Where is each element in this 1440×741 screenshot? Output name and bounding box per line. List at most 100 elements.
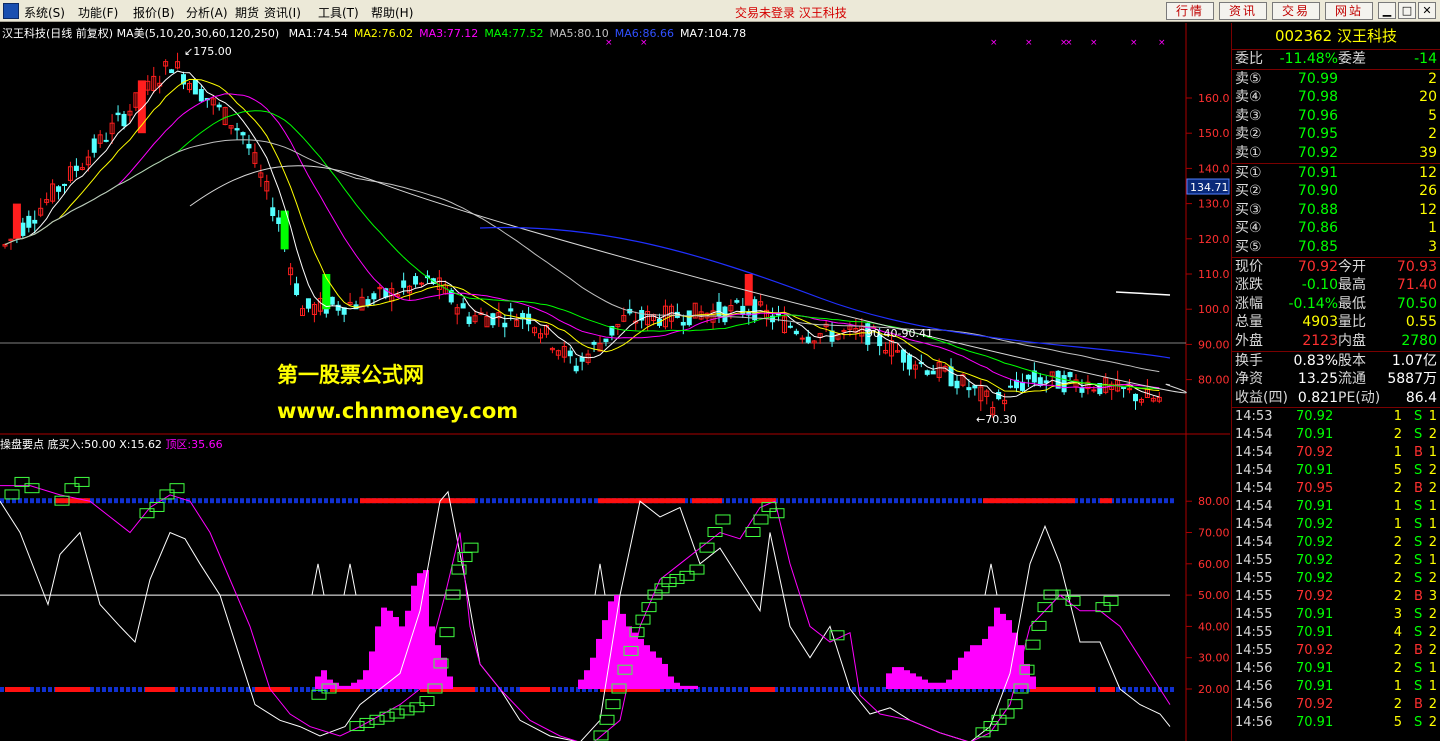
tick-count: 1: [1428, 445, 1437, 461]
event-marker: ×: [1025, 38, 1033, 48]
band-dot: [822, 498, 826, 504]
stat-label: 外盘: [1235, 332, 1263, 349]
order-volume: 2: [1428, 70, 1437, 87]
tick-row[interactable]: 14:54 70.95 2 B 2: [1232, 480, 1440, 498]
histogram-bar: [1006, 620, 1012, 689]
trade-button[interactable]: 交易: [1272, 2, 1320, 20]
stat-value: 70.92: [1297, 258, 1338, 275]
news-button[interactable]: 资讯: [1219, 2, 1267, 20]
band-dot: [294, 498, 298, 504]
price-stats: 现价 70.92 今开 70.93 涨跌 -0.10 最高 71.40 涨幅 -0.14% 最低 70…: [1232, 258, 1440, 351]
tick-row[interactable]: 14:55 70.91 4 S 2: [1232, 624, 1440, 642]
stat-label: 内盘: [1338, 332, 1366, 349]
candle-body: [305, 298, 311, 309]
menu-tools[interactable]: 工具(T): [318, 4, 359, 21]
menu-futures[interactable]: 期货: [235, 4, 259, 21]
histogram-bar: [904, 670, 910, 689]
candle-body: [56, 186, 62, 192]
tick-row[interactable]: 14:55 70.92 2 S 1: [1232, 552, 1440, 570]
band-dot: [102, 498, 106, 504]
minimize-button[interactable]: ▁: [1378, 2, 1396, 19]
band-red-bottom: [1100, 687, 1115, 692]
buy-label: 底买入:50.00: [47, 438, 116, 451]
tick-time: 14:54: [1235, 445, 1273, 461]
tick-row[interactable]: 14:55 70.92 2 B 2: [1232, 642, 1440, 660]
menu-news[interactable]: 资讯(I): [264, 4, 301, 21]
band-dot: [870, 498, 874, 504]
band-dot: [24, 498, 28, 504]
tick-price: 70.92: [1296, 643, 1334, 659]
order-volume: 3: [1428, 238, 1437, 255]
menu-function[interactable]: 功能(F): [78, 4, 118, 21]
candle-body: [32, 219, 38, 224]
band-dot: [294, 687, 298, 692]
tick-row[interactable]: 14:54 70.91 2 S 2: [1232, 426, 1440, 444]
tick-row[interactable]: 14:56 70.91 5 S 2: [1232, 714, 1440, 732]
tick-row[interactable]: 14:56 70.91 2 S 1: [1232, 660, 1440, 678]
tick-volume: 1: [1393, 499, 1402, 515]
tick-row[interactable]: 14:56 70.91 1 S 1: [1232, 678, 1440, 696]
fundamental-stats: 换手 0.83% 股本 1.07亿 净资 13.25 流通 5887万 收益(四) 0.821 PE…: [1232, 352, 1440, 408]
tick-direction: S: [1414, 607, 1423, 623]
band-red-top: [1100, 498, 1112, 504]
candle-body: [234, 128, 240, 131]
histogram-bar: [970, 645, 976, 689]
candle-body: [972, 385, 978, 389]
band-dot: [90, 687, 94, 692]
tick-row[interactable]: 14:56 70.92 2 B 2: [1232, 696, 1440, 714]
website-button[interactable]: 网站: [1325, 2, 1373, 20]
order-volume: 2: [1428, 126, 1437, 143]
stat-value: 2123: [1302, 332, 1338, 349]
histogram-bar: [644, 645, 650, 689]
band-dot: [198, 687, 202, 692]
tick-row[interactable]: 14:53 70.92 1 S 1: [1232, 408, 1440, 426]
band-dot: [234, 687, 238, 692]
tick-direction: S: [1414, 535, 1423, 551]
band-dot: [204, 498, 208, 504]
tick-list[interactable]: 14:53 70.92 1 S 1 14:54 70.91 2 S 2 14:54 70.92 1 B 1 1…: [1232, 408, 1440, 732]
band-dot: [288, 498, 292, 504]
tick-row[interactable]: 14:54 70.92 1 B 1: [1232, 444, 1440, 462]
candle-body: [198, 89, 204, 102]
band-dot: [1164, 687, 1168, 692]
close-button[interactable]: ✕: [1418, 2, 1436, 19]
midline-spike: [984, 563, 998, 596]
tick-row[interactable]: 14:55 70.91 3 S 2: [1232, 606, 1440, 624]
maximize-button[interactable]: □: [1398, 2, 1416, 19]
stat-value: 0.821: [1297, 389, 1338, 406]
band-dot: [924, 498, 928, 504]
histogram-bar: [892, 667, 898, 689]
band-dot: [702, 687, 706, 692]
tick-row[interactable]: 14:54 70.92 2 S 2: [1232, 534, 1440, 552]
menu-analysis[interactable]: 分析(A): [186, 4, 228, 21]
tick-count: 2: [1428, 427, 1437, 443]
ma-line: [4, 93, 1160, 389]
tick-row[interactable]: 14:55 70.92 2 S 2: [1232, 570, 1440, 588]
tick-row[interactable]: 14:54 70.91 5 S 2: [1232, 462, 1440, 480]
menu-quote[interactable]: 报价(B): [133, 4, 175, 21]
band-dot: [1158, 498, 1162, 504]
menu-help[interactable]: 帮助(H): [371, 4, 413, 21]
kline-canvas[interactable]: 160.0 150.0 140.0 130.0 120.0 110.0 100.0 90.00…: [0, 23, 1230, 741]
x-label: X:15.62: [119, 438, 162, 451]
stat-row: 总量 4903 量比 0.55: [1232, 313, 1440, 332]
candle-body: [805, 336, 811, 343]
quote-button[interactable]: 行情: [1166, 2, 1214, 20]
band-dot: [834, 687, 838, 692]
buy-order-row: 买① 70.91 12: [1232, 164, 1440, 183]
ma-values: MA1:74.54 MA2:76.02 MA3:77.12 MA4:77.52 MA5:…: [283, 27, 747, 40]
tick-row[interactable]: 14:54 70.91 1 S 1: [1232, 498, 1440, 516]
order-level-label: 卖②: [1235, 126, 1262, 143]
kline-chart[interactable]: 160.0 150.0 140.0 130.0 120.0 110.0 100.0 90.00…: [0, 23, 1230, 741]
price-tick-label: 140.0: [1198, 162, 1230, 175]
histogram-bar: [898, 667, 904, 689]
band-dot: [732, 498, 736, 504]
app-icon[interactable]: [3, 3, 19, 19]
tick-direction: S: [1414, 661, 1423, 677]
band-dot: [960, 498, 964, 504]
menu-system[interactable]: 系统(S): [24, 4, 65, 21]
tick-row[interactable]: 14:54 70.92 1 S 1: [1232, 516, 1440, 534]
tick-row[interactable]: 14:55 70.92 2 B 3: [1232, 588, 1440, 606]
buy-orders: 买① 70.91 12 买② 70.90 26 买③ 70.88 12 买④ 70.86 1 买⑤ 70.…: [1232, 164, 1440, 257]
indicator-tick-label: 20.00: [1198, 683, 1230, 696]
